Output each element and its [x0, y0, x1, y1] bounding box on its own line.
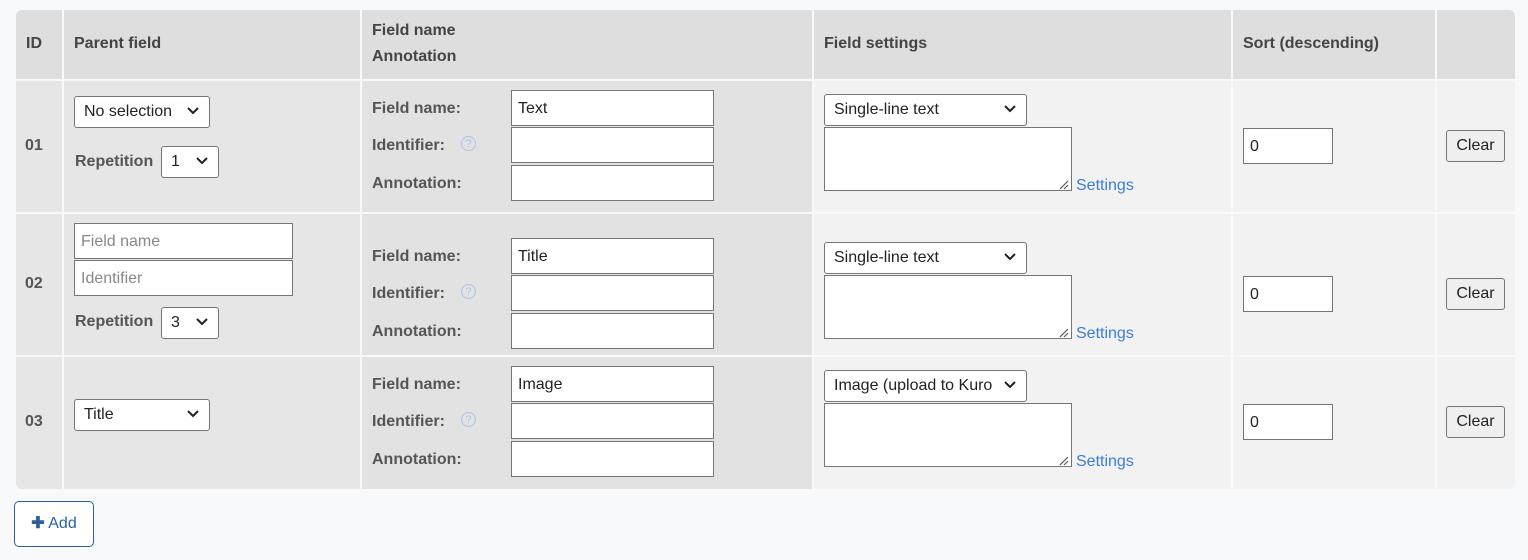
sort-input[interactable]: 0	[1243, 128, 1333, 164]
row-3-field-cell: Field name: Image Identifier: ? Annotati…	[362, 357, 812, 489]
identifier-input[interactable]	[511, 127, 714, 163]
sort-input[interactable]: 0	[1243, 276, 1333, 312]
field-type-value: Single-line text	[834, 101, 939, 118]
header-parent: Parent field	[64, 10, 360, 79]
field-type-value: Image (upload to Kuro	[834, 377, 993, 394]
resize-grip-icon[interactable]	[1058, 177, 1069, 190]
field-type-select[interactable]: Single-line text	[824, 242, 1027, 274]
identifier-label: Identifier:	[372, 285, 445, 302]
field-name-label: Field name:	[372, 376, 461, 393]
repetition-select[interactable]: 1	[161, 146, 219, 178]
row-1-actions-cell: Clear	[1437, 81, 1515, 212]
resize-grip-icon[interactable]	[1058, 453, 1069, 466]
clear-button[interactable]: Clear	[1446, 278, 1505, 310]
clear-button[interactable]: Clear	[1446, 406, 1505, 438]
annotation-input[interactable]	[511, 313, 714, 349]
header-sort: Sort (descending)	[1233, 10, 1435, 79]
parent-field-select-value: No selection	[84, 103, 173, 120]
field-settings-textarea[interactable]	[824, 275, 1072, 339]
header-field: Field name Annotation	[362, 10, 812, 79]
annotation-label: Annotation:	[372, 175, 462, 192]
header-field-name-label: Field name	[372, 22, 456, 39]
chevron-down-icon	[1003, 101, 1017, 115]
field-name-label: Field name:	[372, 100, 461, 117]
header-id-label: ID	[26, 35, 42, 52]
field-name-input[interactable]: Title	[511, 238, 714, 274]
repetition-label: Repetition	[75, 313, 154, 330]
field-name-label: Field name:	[372, 248, 461, 265]
field-type-value: Single-line text	[834, 249, 939, 266]
identifier-input[interactable]	[511, 275, 714, 311]
add-button-label: Add	[48, 515, 77, 532]
repetition-value: 1	[171, 153, 180, 170]
field-settings-textarea[interactable]	[824, 127, 1072, 191]
row-2-settings-cell: Single-line text Settings	[814, 214, 1231, 355]
row-2-parent-cell: Field name Identifier Repetition 3	[64, 214, 360, 355]
identifier-label: Identifier:	[372, 137, 445, 154]
repetition-label: Repetition	[75, 153, 154, 170]
field-settings-textarea[interactable]	[824, 403, 1072, 467]
row-2-id-cell: 02	[16, 214, 62, 355]
settings-link[interactable]: Settings	[1076, 177, 1134, 195]
row-1-field-cell: Field name: Text Identifier: ? Annotatio…	[362, 81, 812, 212]
annotation-input[interactable]	[511, 441, 714, 477]
identifier-label: Identifier:	[372, 413, 445, 430]
row-1-sort-cell: 0	[1233, 81, 1435, 212]
help-icon[interactable]: ?	[461, 412, 476, 427]
row-1-parent-cell: No selection Repetition 1	[64, 81, 360, 212]
header-sort-label: Sort (descending)	[1243, 35, 1380, 52]
repetition-value: 3	[171, 314, 180, 331]
header-settings-label: Field settings	[824, 35, 928, 52]
parent-field-select[interactable]: Title	[74, 399, 210, 431]
plus-icon: ✚	[31, 515, 45, 532]
chevron-down-icon	[195, 153, 209, 167]
chevron-down-icon	[1003, 377, 1017, 391]
row-1-id-cell: 01	[16, 81, 62, 212]
annotation-label: Annotation:	[372, 323, 462, 340]
field-type-select[interactable]: Image (upload to Kuro	[824, 370, 1027, 402]
field-type-select[interactable]: Single-line text	[824, 94, 1027, 126]
parent-field-name-input[interactable]: Field name	[74, 223, 293, 259]
parent-identifier-input[interactable]: Identifier	[74, 260, 293, 296]
row-3-actions-cell: Clear	[1437, 357, 1515, 489]
repetition-select[interactable]: 3	[161, 307, 219, 339]
settings-link[interactable]: Settings	[1076, 325, 1134, 343]
row-3-sort-cell: 0	[1233, 357, 1435, 489]
settings-link[interactable]: Settings	[1076, 453, 1134, 471]
row-3-parent-cell: Title	[64, 357, 360, 489]
row-2-sort-cell: 0	[1233, 214, 1435, 355]
annotation-input[interactable]	[511, 165, 714, 201]
row-2-field-cell: Field name: Title Identifier: ? Annotati…	[362, 214, 812, 355]
chevron-down-icon	[186, 406, 200, 420]
header-parent-label: Parent field	[74, 35, 162, 52]
header-id: ID	[16, 10, 62, 79]
sort-input[interactable]: 0	[1243, 404, 1333, 440]
row-3-id-cell: 03	[16, 357, 62, 489]
header-annotation-label: Annotation	[372, 48, 457, 65]
row-id: 02	[25, 275, 43, 292]
row-1-settings-cell: Single-line text Settings	[814, 81, 1231, 212]
chevron-down-icon	[186, 103, 200, 117]
header-settings: Field settings	[814, 10, 1231, 79]
help-icon[interactable]: ?	[461, 284, 476, 299]
annotation-label: Annotation:	[372, 451, 462, 468]
parent-field-select-value: Title	[84, 406, 114, 423]
chevron-down-icon	[195, 314, 209, 328]
identifier-input[interactable]	[511, 403, 714, 439]
row-id: 01	[25, 137, 43, 154]
row-3-settings-cell: Image (upload to Kuro Settings	[814, 357, 1231, 489]
help-icon[interactable]: ?	[461, 136, 476, 151]
clear-button[interactable]: Clear	[1446, 130, 1505, 162]
header-actions	[1437, 10, 1515, 79]
row-2-actions-cell: Clear	[1437, 214, 1515, 355]
chevron-down-icon	[1003, 249, 1017, 263]
parent-field-select[interactable]: No selection	[74, 96, 210, 128]
fields-table: ID Parent field Field name Annotation Fi…	[16, 10, 1515, 489]
field-name-input[interactable]: Image	[511, 366, 714, 402]
resize-grip-icon[interactable]	[1058, 325, 1069, 338]
add-button[interactable]: ✚ Add	[14, 501, 94, 547]
field-name-input[interactable]: Text	[511, 90, 714, 126]
row-id: 03	[25, 413, 43, 430]
